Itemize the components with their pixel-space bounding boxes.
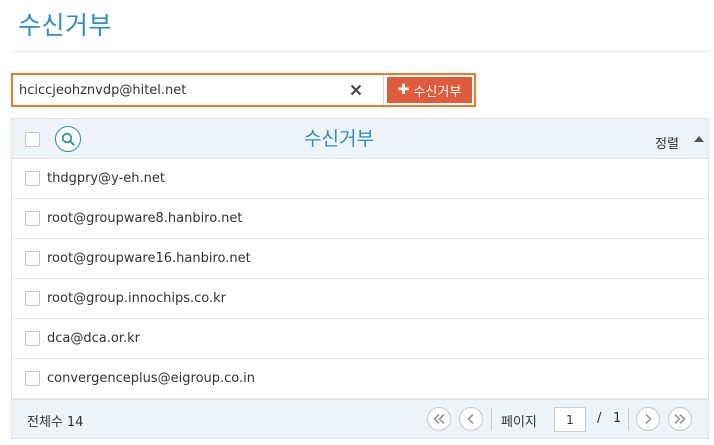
page-number-input[interactable] — [554, 407, 586, 432]
select-all-checkbox[interactable] — [25, 132, 40, 147]
total-count: 전체수 14 — [27, 411, 83, 430]
list-item[interactable]: root@group.innochips.co.kr — [12, 279, 708, 319]
chevron-left-icon — [467, 413, 474, 425]
add-reject-button[interactable]: ✚ 수신거부 — [387, 77, 472, 103]
total-number: 14 — [66, 415, 84, 430]
email-text: convergenceplus@eigroup.co.in — [47, 371, 256, 386]
total-label: 전체수 — [27, 415, 63, 430]
sort-asc-icon[interactable] — [694, 136, 704, 142]
row-checkbox[interactable] — [25, 371, 40, 386]
list-footer: 전체수14 페이지 / 1 — [12, 399, 708, 438]
page-label: 페이지 — [501, 415, 537, 430]
input-divider — [383, 75, 384, 105]
list-heading: 수신거부 — [304, 128, 374, 150]
last-page-button[interactable] — [668, 407, 692, 431]
double-chevron-right-icon — [674, 413, 686, 425]
plus-icon: ✚ — [397, 82, 410, 98]
row-checkbox[interactable] — [25, 171, 40, 186]
list-item[interactable]: root@groupware8.hanbiro.net — [12, 199, 708, 239]
sort-button[interactable]: 정렬 — [655, 133, 679, 152]
title-divider — [12, 51, 709, 52]
total-pages: 1 — [613, 411, 622, 426]
add-reject-button-label: 수신거부 — [413, 84, 462, 100]
row-checkbox[interactable] — [25, 331, 40, 346]
row-checkbox[interactable] — [25, 291, 40, 306]
list-item[interactable]: convergenceplus@eigroup.co.in — [12, 359, 708, 399]
block-email-form: ✚ 수신거부 — [11, 73, 476, 107]
list-item[interactable]: root@groupware16.hanbiro.net — [12, 239, 708, 279]
email-text: dca@dca.or.kr — [47, 331, 140, 346]
search-button[interactable] — [55, 126, 81, 152]
pagination-divider — [491, 408, 492, 430]
email-text: root@groupware8.hanbiro.net — [47, 211, 243, 226]
double-chevron-left-icon — [433, 413, 445, 425]
email-text: thdgpry@y-eh.net — [47, 171, 165, 186]
search-icon — [61, 132, 75, 146]
row-checkbox[interactable] — [25, 211, 40, 226]
next-page-button[interactable] — [636, 407, 660, 431]
page-title: 수신거부 — [18, 11, 113, 40]
email-text: root@group.innochips.co.kr — [47, 291, 227, 306]
email-text: root@groupware16.hanbiro.net — [47, 251, 251, 266]
pagination-divider — [628, 408, 629, 430]
list-rows: thdgpry@y-eh.net root@groupware8.hanbiro… — [12, 159, 708, 399]
list-header: 수신거부 정렬 — [12, 119, 708, 159]
email-input[interactable] — [15, 77, 341, 103]
chevron-right-icon — [645, 413, 652, 425]
row-checkbox[interactable] — [25, 251, 40, 266]
close-icon — [350, 84, 362, 96]
page-slash: / — [597, 411, 602, 426]
prev-page-button[interactable] — [459, 407, 483, 431]
reject-list: 수신거부 정렬 thdgpry@y-eh.net root@groupware8… — [11, 118, 709, 439]
list-item[interactable]: thdgpry@y-eh.net — [12, 159, 708, 199]
list-item[interactable]: dca@dca.or.kr — [12, 319, 708, 359]
first-page-button[interactable] — [427, 407, 451, 431]
clear-input-button[interactable] — [341, 77, 371, 103]
